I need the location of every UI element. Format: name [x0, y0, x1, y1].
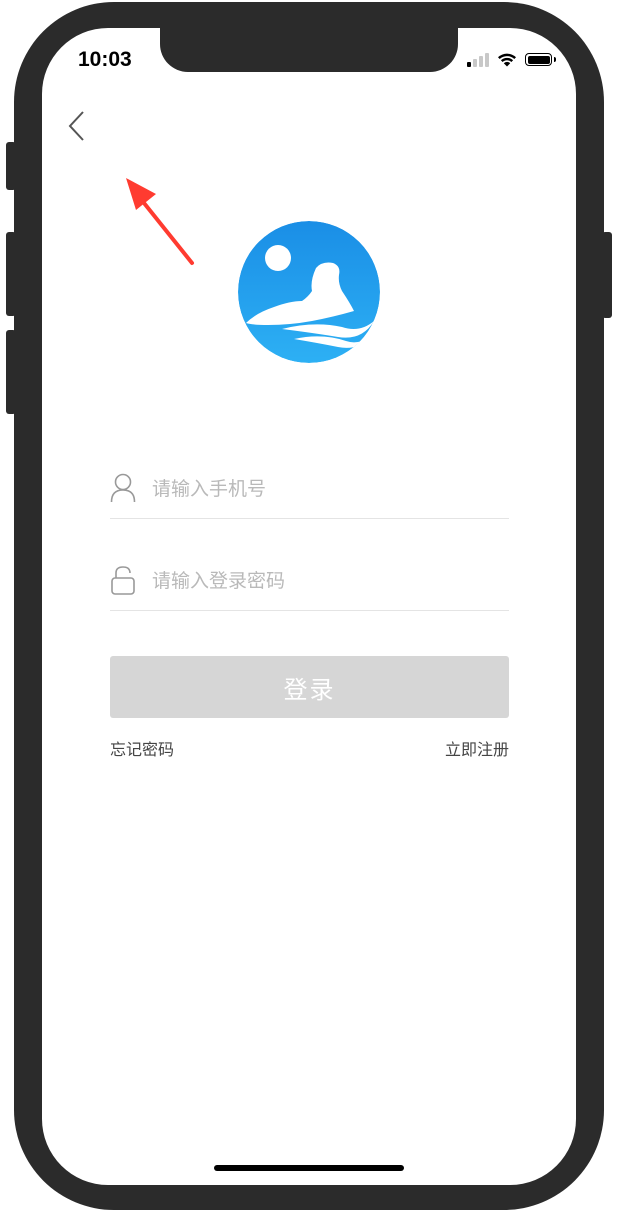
status-time: 10:03	[78, 48, 132, 71]
login-button[interactable]: 登录	[110, 656, 509, 718]
phone-input[interactable]	[150, 468, 494, 510]
forgot-password-link[interactable]: 忘记密码	[110, 736, 174, 760]
register-link[interactable]: 立即注册	[445, 736, 509, 760]
unlock-icon	[111, 566, 135, 595]
password-field	[110, 560, 509, 611]
power-button	[602, 232, 612, 318]
user-icon	[110, 473, 136, 503]
cellular-signal-icon	[467, 52, 489, 67]
volume-down-button	[6, 330, 16, 414]
annotation-arrow-icon	[126, 178, 194, 265]
app-logo	[238, 221, 380, 363]
screen: 10:03 请输入手机号 登录 忘记密码 立即注册	[42, 28, 576, 1185]
chevron-left-icon	[68, 111, 84, 141]
status-icons	[467, 52, 556, 67]
volume-up-button	[6, 232, 16, 316]
mute-switch	[6, 142, 16, 190]
back-button[interactable]	[62, 106, 92, 146]
home-indicator	[214, 1165, 404, 1171]
phone-field	[110, 468, 509, 519]
password-input[interactable]	[150, 560, 494, 602]
notch	[160, 28, 458, 72]
battery-icon	[525, 53, 556, 66]
wifi-icon	[498, 53, 516, 67]
